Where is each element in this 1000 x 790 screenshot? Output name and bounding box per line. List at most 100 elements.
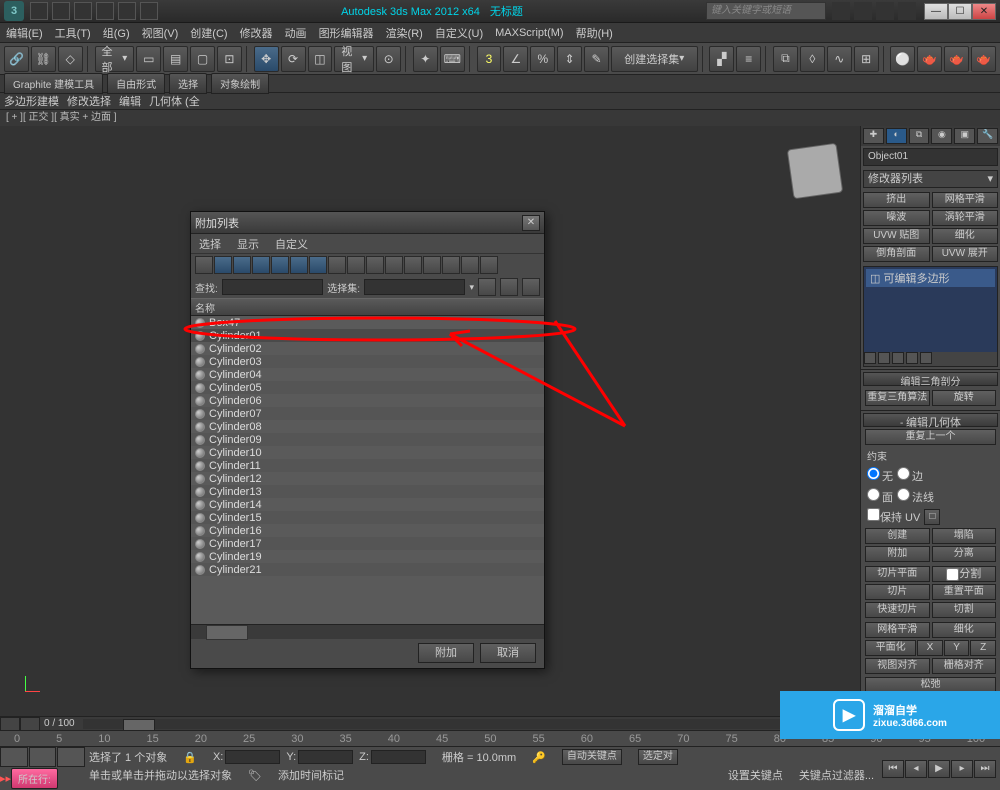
btn-attach[interactable]: 附加 — [865, 546, 930, 562]
btn-planar-x[interactable]: X — [917, 640, 943, 656]
qat-icon[interactable] — [52, 2, 70, 20]
dlg-tool-icon[interactable] — [404, 256, 422, 274]
pin-stack-icon[interactable] — [864, 352, 876, 364]
btn-planar-y[interactable]: Y — [944, 640, 970, 656]
configure-sets-icon[interactable] — [920, 352, 932, 364]
percent-snap-icon[interactable]: % — [530, 46, 555, 72]
goto-start-icon[interactable]: ⏮ — [882, 760, 904, 778]
dialog-menu-display[interactable]: 显示 — [237, 236, 259, 252]
list-item[interactable]: Cylinder07 — [191, 407, 544, 420]
dialog-close-button[interactable]: ✕ — [522, 215, 540, 231]
make-unique-icon[interactable] — [892, 352, 904, 364]
dialog-titlebar[interactable]: 附加列表 ✕ — [191, 212, 544, 234]
panel-modify-selection[interactable]: 修改选择 — [67, 93, 111, 109]
select-object-icon[interactable]: ▭ — [136, 46, 161, 72]
y-coord-input[interactable] — [298, 750, 353, 764]
btn-quick-slice[interactable]: 快速切片 — [865, 602, 930, 618]
list-item[interactable]: Cylinder16 — [191, 524, 544, 537]
z-coord-input[interactable] — [371, 750, 426, 764]
edit-named-sel-icon[interactable]: ✎ — [584, 46, 609, 72]
utilities-tab-icon[interactable]: 🔧 — [977, 128, 998, 144]
viewcube[interactable] — [787, 143, 843, 199]
selected-filter[interactable]: 选定对 — [638, 749, 678, 765]
time-config-icon[interactable] — [20, 717, 40, 731]
manipulate-icon[interactable]: ✦ — [413, 46, 438, 72]
star-icon[interactable] — [876, 2, 894, 20]
selset-icon[interactable] — [522, 278, 540, 296]
list-item[interactable]: Cylinder02 — [191, 342, 544, 355]
list-item[interactable]: Box47 — [191, 316, 544, 329]
menu-edit[interactable]: 编辑(E) — [6, 25, 43, 41]
align-icon[interactable]: ≡ — [736, 46, 761, 72]
ribbon-tab-freeform[interactable]: 自由形式 — [107, 73, 165, 94]
btn-detach[interactable]: 分离 — [932, 546, 997, 562]
named-selection-sets[interactable]: 创建选择集 ▾ — [611, 46, 697, 72]
list-item[interactable]: Cylinder09 — [191, 433, 544, 446]
btn-turbosmooth[interactable]: 涡轮平滑 — [932, 210, 999, 226]
btn-retriangulate[interactable]: 重复三角算法 — [865, 390, 930, 406]
minimize-button[interactable]: — — [924, 3, 948, 20]
btn-cut[interactable]: 切割 — [932, 602, 997, 618]
key-icon[interactable]: 🔑 — [532, 751, 546, 764]
ref-coord-system[interactable]: 视图 ▾ — [334, 46, 374, 72]
render-setup-icon[interactable]: 🫖 — [917, 46, 942, 72]
panel-geometry[interactable]: 几何体 (全 — [149, 93, 200, 109]
schematic-icon[interactable]: ⊞ — [854, 46, 879, 72]
prev-frame-icon[interactable]: ◂ — [905, 760, 927, 778]
btn-tessellate[interactable]: 细化 — [932, 228, 999, 244]
radio-none[interactable]: 无 — [867, 467, 893, 484]
btn-repeat-last[interactable]: 重复上一个 — [865, 429, 996, 445]
btn-slice-plane[interactable]: 切片平面 — [865, 566, 930, 582]
qat-icon[interactable] — [96, 2, 114, 20]
select-move-icon[interactable]: ✥ — [254, 46, 279, 72]
dlg-tool-icon[interactable] — [480, 256, 498, 274]
unlink-icon[interactable]: ⛓ — [31, 46, 56, 72]
horizontal-scrollbar[interactable] — [191, 624, 544, 639]
check-preserve-uv[interactable]: 保持 UV — [867, 508, 920, 525]
link-icon[interactable]: 🔗 — [4, 46, 29, 72]
dlg-tool-icon[interactable] — [214, 256, 232, 274]
render-icon[interactable]: 🫖 — [971, 46, 996, 72]
list-item[interactable]: Cylinder12 — [191, 472, 544, 485]
time-config-icon[interactable] — [0, 717, 20, 731]
panel-edit[interactable]: 编辑 — [119, 93, 141, 109]
window-crossing-icon[interactable]: ⊡ — [217, 46, 242, 72]
btn-reset-plane[interactable]: 重置平面 — [932, 584, 997, 600]
btn-slice[interactable]: 切片 — [865, 584, 930, 600]
curve-editor-icon[interactable]: ∿ — [827, 46, 852, 72]
add-time-tag[interactable]: 添加时间标记 — [278, 767, 344, 783]
viewport-label[interactable]: [ + ][ 正交 ][ 真实 + 边面 ] — [0, 110, 1000, 126]
next-frame-icon[interactable]: ▸ — [951, 760, 973, 778]
menu-maxscript[interactable]: MAXScript(M) — [495, 27, 563, 39]
layers-icon[interactable]: ⧉ — [773, 46, 798, 72]
qat-icon[interactable] — [140, 2, 158, 20]
keyboard-shortcut-icon[interactable]: ⌨ — [440, 46, 465, 72]
app-logo[interactable]: 3 — [4, 1, 24, 21]
btn-grid-align[interactable]: 栅格对齐 — [932, 658, 997, 674]
list-item[interactable]: Cylinder04 — [191, 368, 544, 381]
select-name-icon[interactable]: ▤ — [163, 46, 188, 72]
btn-turn[interactable]: 旋转 — [932, 390, 997, 406]
maximize-button[interactable]: ☐ — [948, 3, 972, 20]
dlg-tool-icon[interactable] — [290, 256, 308, 274]
list-item[interactable]: Cylinder21 — [191, 563, 544, 576]
dialog-menu-select[interactable]: 选择 — [199, 236, 221, 252]
attach-button[interactable]: 附加 — [418, 643, 474, 663]
stack-item-editable-poly[interactable]: ◫ 可编辑多边形 — [866, 269, 995, 287]
menu-views[interactable]: 视图(V) — [142, 25, 179, 41]
dlg-tool-icon[interactable] — [423, 256, 441, 274]
menu-create[interactable]: 创建(C) — [190, 25, 227, 41]
current-line-button[interactable]: 所在行: — [11, 768, 58, 789]
ribbon-tab-object-paint[interactable]: 对象绘制 — [211, 73, 269, 94]
selset-icon[interactable] — [478, 278, 496, 296]
angle-snap-icon[interactable]: ∠ — [503, 46, 528, 72]
btn-tessellate2[interactable]: 细化 — [932, 622, 997, 638]
menu-customize[interactable]: 自定义(U) — [435, 25, 483, 41]
time-tag-icon[interactable]: 🏷 — [248, 769, 262, 782]
btn-bevel-profile[interactable]: 倒角剖面 — [863, 246, 930, 262]
selset-icon[interactable] — [500, 278, 518, 296]
rollout-edit-geometry[interactable]: - 编辑几何体 — [863, 413, 998, 427]
menu-modifiers[interactable]: 修改器 — [240, 25, 273, 41]
create-tab-icon[interactable]: ✚ — [863, 128, 884, 144]
radio-edge[interactable]: 边 — [897, 467, 923, 484]
